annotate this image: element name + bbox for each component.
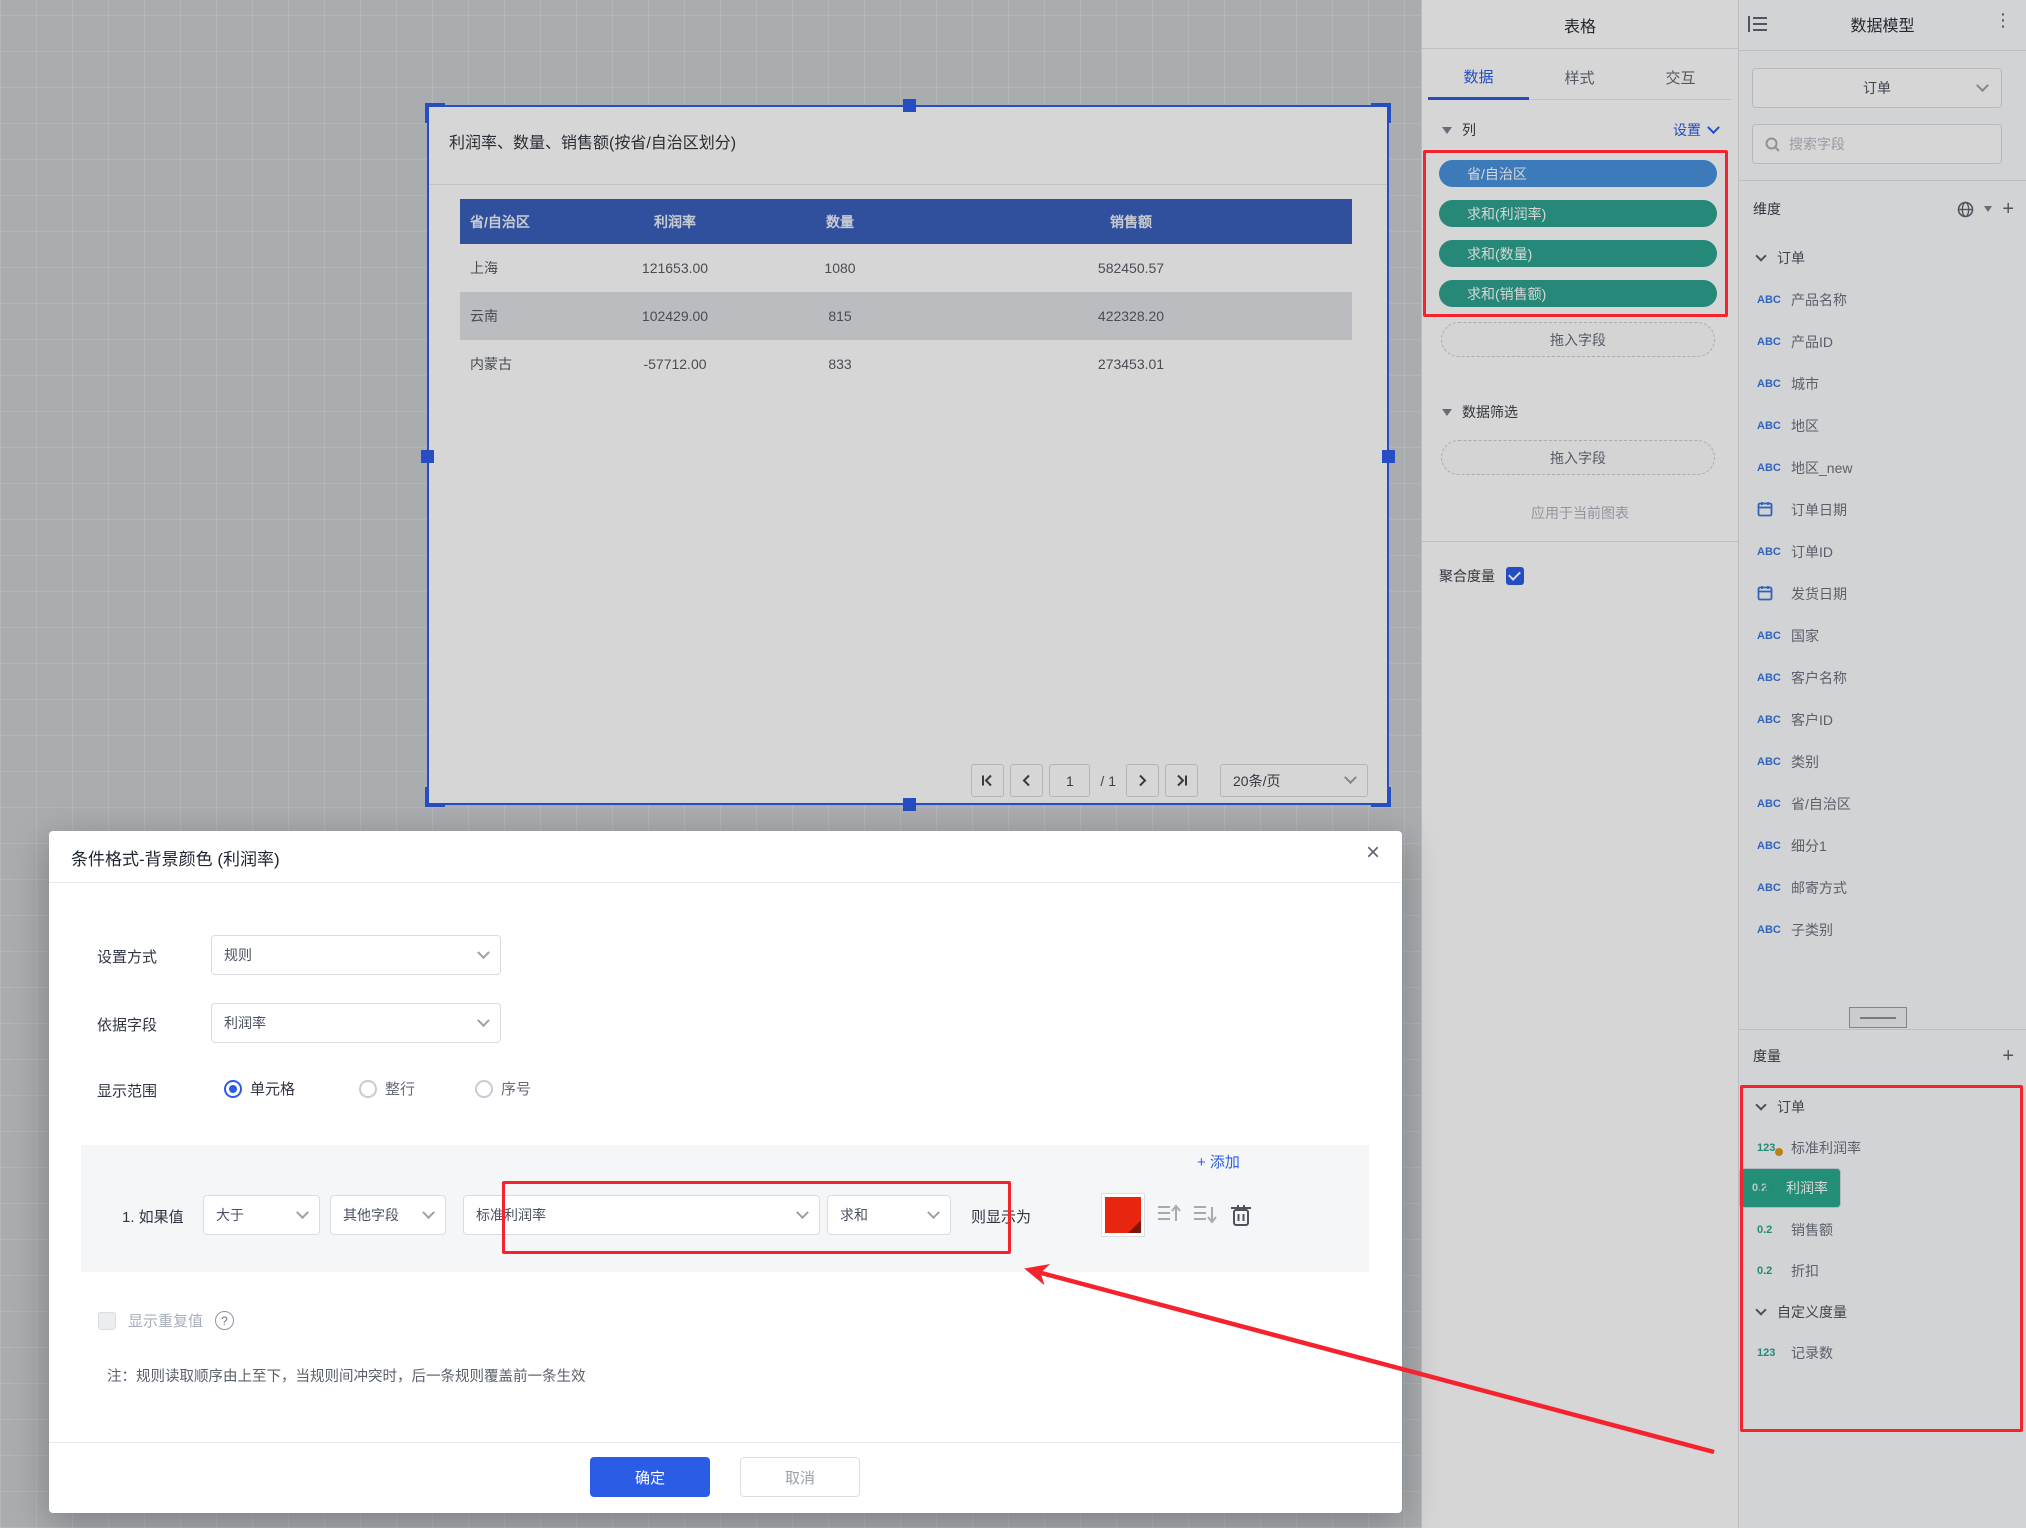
chevron-down-icon <box>296 1206 309 1219</box>
compare-field-select[interactable]: 标准利润率 <box>463 1195 820 1235</box>
chevron-down-icon <box>422 1206 435 1219</box>
select-value: 利润率 <box>224 1013 266 1033</box>
radio-row[interactable]: 整行 <box>359 1078 415 1099</box>
conditional-format-dialog: 条件格式-背景颜色 (利润率) × 设置方式 规则 依据字段 利润率 显示范围 … <box>49 831 1402 1513</box>
compare-type-select[interactable]: 其他字段 <box>330 1195 446 1235</box>
select-value: 大于 <box>216 1205 244 1225</box>
based-field-label: 依据字段 <box>97 1014 157 1035</box>
show-duplicate-checkbox[interactable] <box>98 1312 116 1330</box>
move-rule-down-button[interactable] <box>1193 1203 1217 1225</box>
select-value: 求和 <box>840 1205 868 1225</box>
trash-icon <box>1230 1203 1252 1227</box>
move-up-icon <box>1157 1203 1181 1225</box>
aggregation-select[interactable]: 求和 <box>827 1195 951 1235</box>
move-down-icon <box>1193 1203 1217 1225</box>
chevron-down-icon <box>477 1014 490 1027</box>
rule-prefix: 1. 如果值 <box>122 1206 184 1227</box>
operator-select[interactable]: 大于 <box>203 1195 320 1235</box>
scope-label: 显示范围 <box>97 1080 157 1101</box>
dialog-title: 条件格式-背景颜色 (利润率) <box>71 845 280 870</box>
select-value: 其他字段 <box>343 1205 399 1225</box>
then-display-label: 则显示为 <box>971 1206 1031 1227</box>
radio-label: 整行 <box>385 1078 415 1099</box>
radio-label: 序号 <box>501 1078 531 1099</box>
radio-on-icon <box>224 1080 242 1098</box>
close-icon[interactable]: × <box>1366 841 1380 865</box>
color-swatch[interactable] <box>1105 1197 1141 1233</box>
radio-label: 单元格 <box>250 1078 295 1099</box>
set-method-label: 设置方式 <box>97 946 157 967</box>
select-value: 标准利润率 <box>476 1205 546 1225</box>
app-root: 利润率、数量、销售额(按省/自治区划分) 省/自治区 利润率 数量 销售额 上海… <box>0 0 2026 1528</box>
help-icon[interactable]: ? <box>215 1311 234 1330</box>
radio-off-icon <box>359 1080 377 1098</box>
confirm-button[interactable]: 确定 <box>590 1457 710 1497</box>
based-field-select[interactable]: 利润率 <box>211 1003 501 1043</box>
show-duplicate-label: 显示重复值 <box>128 1310 203 1331</box>
chevron-down-icon <box>927 1206 940 1219</box>
add-rule-link[interactable]: + 添加 <box>1197 1151 1240 1172</box>
show-duplicate-row: 显示重复值 ? <box>98 1310 234 1331</box>
radio-cell[interactable]: 单元格 <box>224 1078 295 1099</box>
cancel-button[interactable]: 取消 <box>740 1457 860 1497</box>
set-method-select[interactable]: 规则 <box>211 935 501 975</box>
radio-off-icon <box>475 1080 493 1098</box>
move-rule-up-button[interactable] <box>1157 1203 1181 1225</box>
chevron-down-icon <box>796 1206 809 1219</box>
delete-rule-button[interactable] <box>1230 1203 1252 1227</box>
radio-index[interactable]: 序号 <box>475 1078 531 1099</box>
rule-note: 注：规则读取顺序由上至下，当规则间冲突时，后一条规则覆盖前一条生效 <box>107 1365 586 1386</box>
chevron-down-icon <box>477 946 490 959</box>
select-value: 规则 <box>224 945 252 965</box>
